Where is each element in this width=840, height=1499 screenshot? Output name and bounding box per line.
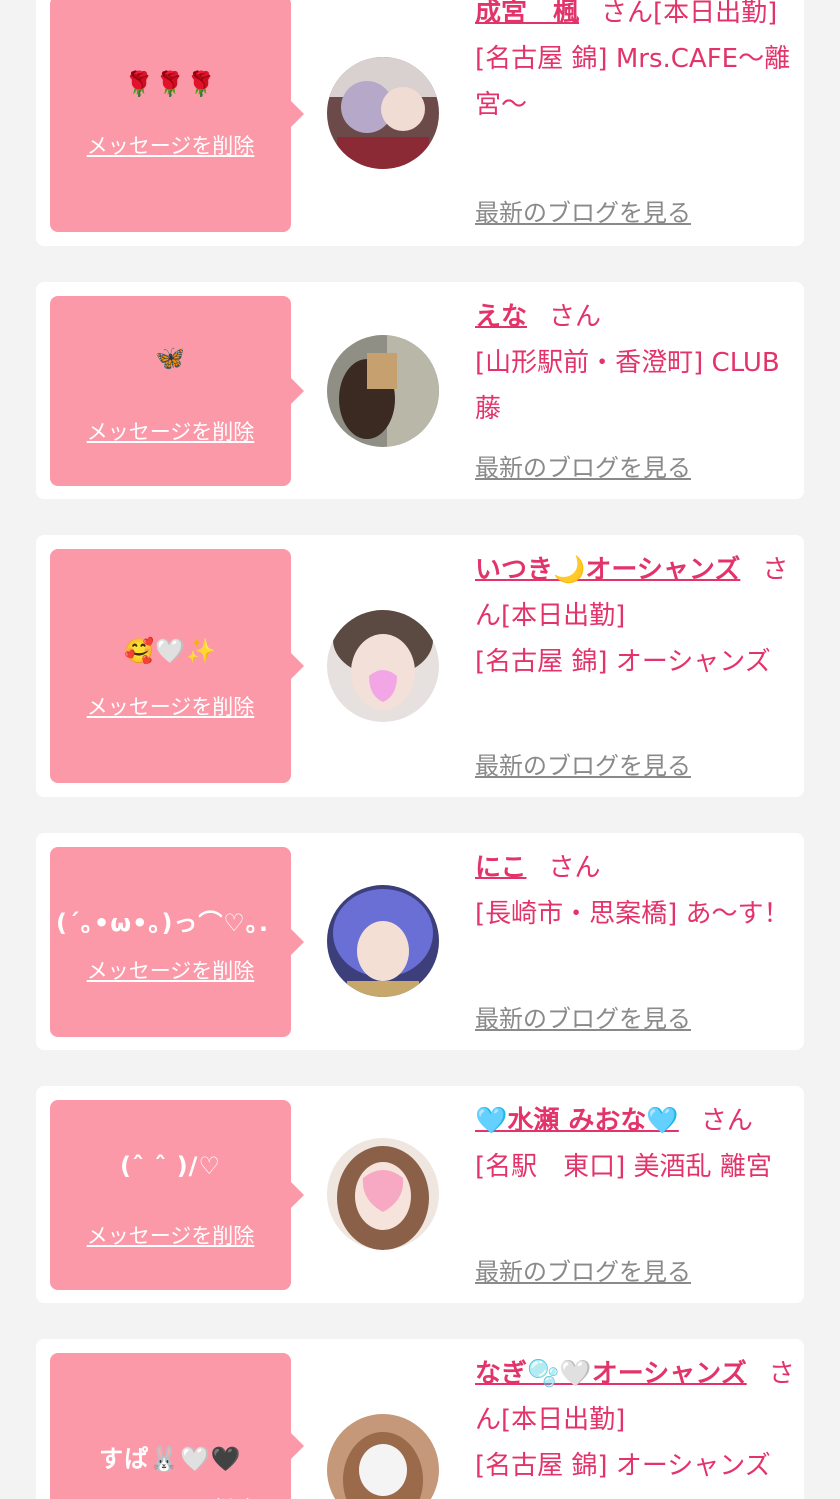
avatar[interactable] [327,885,439,997]
cast-info: なぎ🫧🤍オーシャンズ さん[本日出勤] [名古屋 錦] オーシャンズ [475,1351,795,1489]
shop-name: [山形駅前・香澄町] CLUB 藤 [475,348,780,424]
list-item: すぱ🐰🤍🖤 メッセージを削除 なぎ🫧🤍オーシャンズさん[本日出勤] [名古屋 錦… [36,1339,804,1499]
avatar[interactable] [327,1138,439,1250]
status-badge: [本日出勤] [501,1405,626,1435]
message-text: 🦋 [155,344,186,372]
shop-name: [長崎市・思案橋] あ〜す！ [475,899,790,929]
avatar[interactable] [327,610,439,722]
cast-name-link[interactable]: いつき🌙オーシャンズ [475,555,740,585]
cast-info: にこ さん [長崎市・思案橋] あ〜す！ [475,845,795,937]
status-badge: [本日出勤] [653,0,778,28]
message-text: すぱ🐰🤍🖤 [99,1445,242,1473]
message-bubble: 🦋 メッセージを削除 [50,296,304,486]
delete-message-link[interactable]: メッセージを削除 [50,691,291,721]
list-item: (ˆ ˆ )/♡ メッセージを削除 🩵水瀬 みおな🩵 さん [名駅 東口] 美酒乱… [36,1086,804,1303]
cast-name-link[interactable]: にこ [475,853,526,883]
cast-info: 成宮 楓さん[本日出勤] [名古屋 錦] Mrs.CAFE〜離宮〜 [475,0,795,128]
delete-message-link[interactable]: メッセージを削除 [50,130,291,160]
cast-name-link[interactable]: えな [475,302,527,332]
honorific: さん [601,0,654,28]
message-bubble: 🥰🤍✨ メッセージを削除 [50,549,304,783]
honorific: さん [548,853,601,883]
honorific: さん [549,302,602,332]
cast-name-link[interactable]: 🩵水瀬 みおな🩵 [475,1106,679,1136]
latest-blog-link[interactable]: 最新のブログを見る [475,999,691,1034]
honorific: さん [700,1106,753,1136]
shop-name: [名古屋 錦] オーシャンズ [475,647,771,677]
message-text: (´｡•ω•｡)っ⌒♡｡. [55,909,270,937]
latest-blog-link[interactable]: 最新のブログを見る [475,1252,691,1287]
message-text: 🌹🌹🌹 [124,70,217,98]
cast-info: 🩵水瀬 みおな🩵 さん [名駅 東口] 美酒乱 離宮 [475,1098,795,1190]
delete-message-link[interactable]: メッセージを削除 [50,1220,291,1250]
list-item: 🌹🌹🌹 メッセージを削除 成宮 楓さん[本日出勤] [名古屋 錦] Mrs.CA… [36,0,804,246]
status-badge: [本日出勤] [501,601,626,631]
message-bubble: 🌹🌹🌹 メッセージを削除 [50,0,304,232]
favorites-message-list: 🌹🌹🌹 メッセージを削除 成宮 楓さん[本日出勤] [名古屋 錦] Mrs.CA… [0,0,840,1499]
avatar[interactable] [327,1414,439,1499]
avatar[interactable] [327,57,439,169]
cast-info: えな さん [山形駅前・香澄町] CLUB 藤 [475,294,795,432]
cast-name-link[interactable]: なぎ🫧🤍オーシャンズ [475,1359,747,1389]
delete-message-link[interactable]: メッセージを削除 [50,1493,291,1499]
list-item: (´｡•ω•｡)っ⌒♡｡. メッセージを削除 にこ さん [長崎市・思案橋] あ〜… [36,833,804,1050]
delete-message-link[interactable]: メッセージを削除 [50,416,291,446]
message-bubble: (ˆ ˆ )/♡ メッセージを削除 [50,1100,304,1290]
list-item: 🦋 メッセージを削除 えな さん [山形駅前・香澄町] CLUB 藤 最新のブログ… [36,282,804,499]
message-text: 🥰🤍✨ [124,637,217,665]
delete-message-link[interactable]: メッセージを削除 [50,955,291,985]
cast-info: いつき🌙オーシャンズ さん[本日出勤] [名古屋 錦] オーシャンズ [475,547,795,685]
latest-blog-link[interactable]: 最新のブログを見る [475,746,691,781]
cast-name-link[interactable]: 成宮 楓 [475,0,579,28]
latest-blog-link[interactable]: 最新のブログを見る [475,448,691,483]
latest-blog-link[interactable]: 最新のブログを見る [475,193,691,228]
message-bubble: すぱ🐰🤍🖤 メッセージを削除 [50,1353,304,1499]
message-bubble: (´｡•ω•｡)っ⌒♡｡. メッセージを削除 [50,847,304,1037]
avatar[interactable] [327,335,439,447]
shop-name: [名古屋 錦] オーシャンズ [475,1451,771,1481]
shop-name: [名古屋 錦] Mrs.CAFE〜離宮〜 [475,44,791,120]
list-item: 🥰🤍✨ メッセージを削除 いつき🌙オーシャンズ さん[本日出勤] [名古屋 錦] … [36,535,804,797]
shop-name: [名駅 東口] 美酒乱 離宮 [475,1152,772,1182]
message-text: (ˆ ˆ )/♡ [120,1152,221,1180]
